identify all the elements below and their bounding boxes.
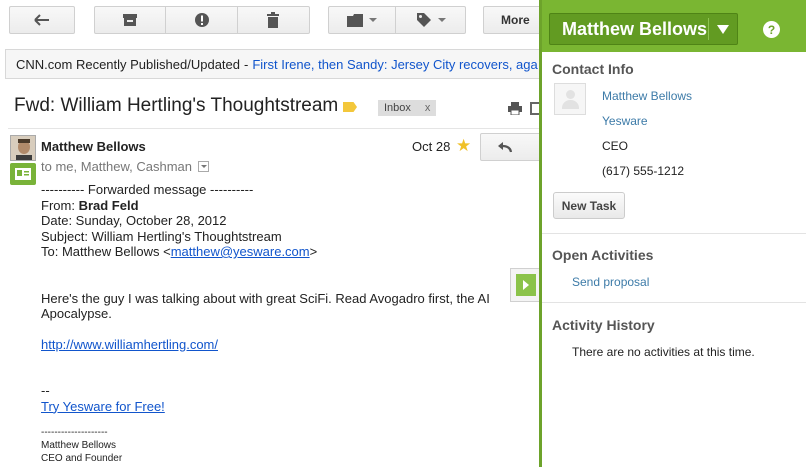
move-to-button[interactable] — [329, 7, 397, 33]
contact-selector-dropdown[interactable]: Matthew Bellows — [549, 13, 738, 45]
ticker-separator: - — [244, 56, 249, 72]
archive-button[interactable] — [95, 7, 167, 33]
divider — [542, 302, 806, 303]
chevron-down-icon — [437, 18, 446, 22]
message-body: ---------- Forwarded message ---------- … — [41, 182, 511, 465]
recipients-text: to me, Matthew, Cashman — [41, 159, 193, 174]
labels-button[interactable] — [396, 7, 465, 33]
subject-line: Subject: William Hertling's Thoughtstrea… — [41, 228, 282, 244]
contact-phone: (617) 555-1212 — [602, 164, 685, 178]
divider — [8, 128, 540, 129]
from-name: Brad Feld — [78, 197, 139, 213]
new-task-button[interactable]: New Task — [553, 192, 625, 219]
play-arrow-icon — [516, 274, 536, 296]
signature-title: CEO and Founder — [41, 453, 123, 464]
crm-header: Matthew Bellows ? — [542, 0, 806, 52]
divider — [542, 233, 806, 234]
contact-info-title: Contact Info — [552, 61, 634, 77]
crm-sidebar: Matthew Bellows ? Contact Info Matthew B… — [539, 0, 806, 467]
signature-dash: -- — [41, 383, 50, 398]
move-label-group — [328, 6, 466, 34]
print-icon[interactable] — [508, 102, 522, 115]
to-email-link[interactable]: matthew@yesware.com — [171, 244, 310, 259]
inbox-label-text: Inbox — [384, 102, 411, 114]
from-line: From: Brad Feld — [41, 198, 511, 214]
chevron-down-icon — [369, 18, 377, 22]
reply-button[interactable] — [480, 133, 540, 161]
sender-avatar[interactable] — [10, 135, 36, 161]
activity-history-title: Activity History — [552, 317, 655, 333]
company-link[interactable]: Yesware — [602, 114, 648, 128]
date-line: Date: Sunday, October 28, 2012 — [41, 213, 227, 228]
ticker-headline-link[interactable]: First Irene, then Sandy: Jersey City rec… — [252, 57, 537, 72]
recipients-line: to me, Matthew, Cashman — [41, 159, 210, 174]
to-label: To: Matthew Bellows < — [41, 244, 171, 259]
label-icon — [416, 13, 431, 27]
dropdown-arrow-icon — [717, 24, 729, 34]
report-spam-button[interactable] — [166, 7, 238, 33]
folder-icon — [347, 13, 363, 27]
contact-photo-placeholder — [554, 83, 586, 115]
email-subject: Fwd: William Hertling's Thoughtstream — [14, 95, 339, 116]
to-line: To: Matthew Bellows <matthew@yesware.com… — [41, 244, 511, 260]
show-details-button[interactable] — [198, 161, 210, 172]
contact-name-link[interactable]: Matthew Bellows — [602, 89, 692, 103]
important-marker-icon[interactable] — [343, 102, 357, 112]
ticker-source: CNN.com Recently Published/Updated — [16, 56, 240, 72]
archive-icon — [123, 14, 138, 26]
website-link[interactable]: http://www.williamhertling.com/ — [41, 337, 218, 352]
delete-button[interactable] — [238, 7, 309, 33]
activity-history-empty: There are no activities at this time. — [572, 345, 755, 359]
help-icon[interactable]: ? — [763, 21, 780, 38]
web-clip-ticker: CNN.com Recently Published/Updated - Fir… — [5, 49, 550, 79]
forward-header: ---------- Forwarded message ---------- — [41, 182, 254, 197]
body-paragraph: Here's the guy I was talking about with … — [41, 290, 490, 322]
remove-label-button[interactable]: x — [425, 102, 431, 114]
contact-selector-name: Matthew Bellows — [562, 18, 708, 39]
inbox-label-chip[interactable]: Inbox x — [378, 100, 437, 116]
contact-card-icon[interactable] — [10, 163, 36, 185]
message-date: Oct 28 — [412, 139, 451, 154]
try-yesware-link[interactable]: Try Yesware for Free! — [41, 399, 165, 414]
chevron-down-icon — [200, 165, 207, 168]
trash-icon — [267, 12, 280, 28]
signature-name: Matthew Bellows — [41, 440, 117, 451]
more-label: More — [501, 13, 530, 27]
from-label: From: — [41, 197, 79, 213]
action-button-group — [94, 6, 310, 34]
contact-title: CEO — [602, 139, 629, 153]
report-spam-icon — [194, 13, 209, 27]
back-button[interactable] — [9, 6, 75, 34]
reply-icon — [498, 142, 513, 153]
open-activities-title: Open Activities — [552, 247, 654, 263]
sender-name[interactable]: Matthew Bellows — [41, 139, 146, 154]
signature-rule: -------------------- — [41, 427, 108, 438]
open-activity-item[interactable]: Send proposal — [572, 275, 649, 289]
star-icon[interactable]: ★ — [456, 136, 471, 156]
back-arrow-icon — [34, 14, 49, 26]
expand-panel-button[interactable] — [510, 268, 540, 302]
to-end: > — [309, 244, 318, 259]
